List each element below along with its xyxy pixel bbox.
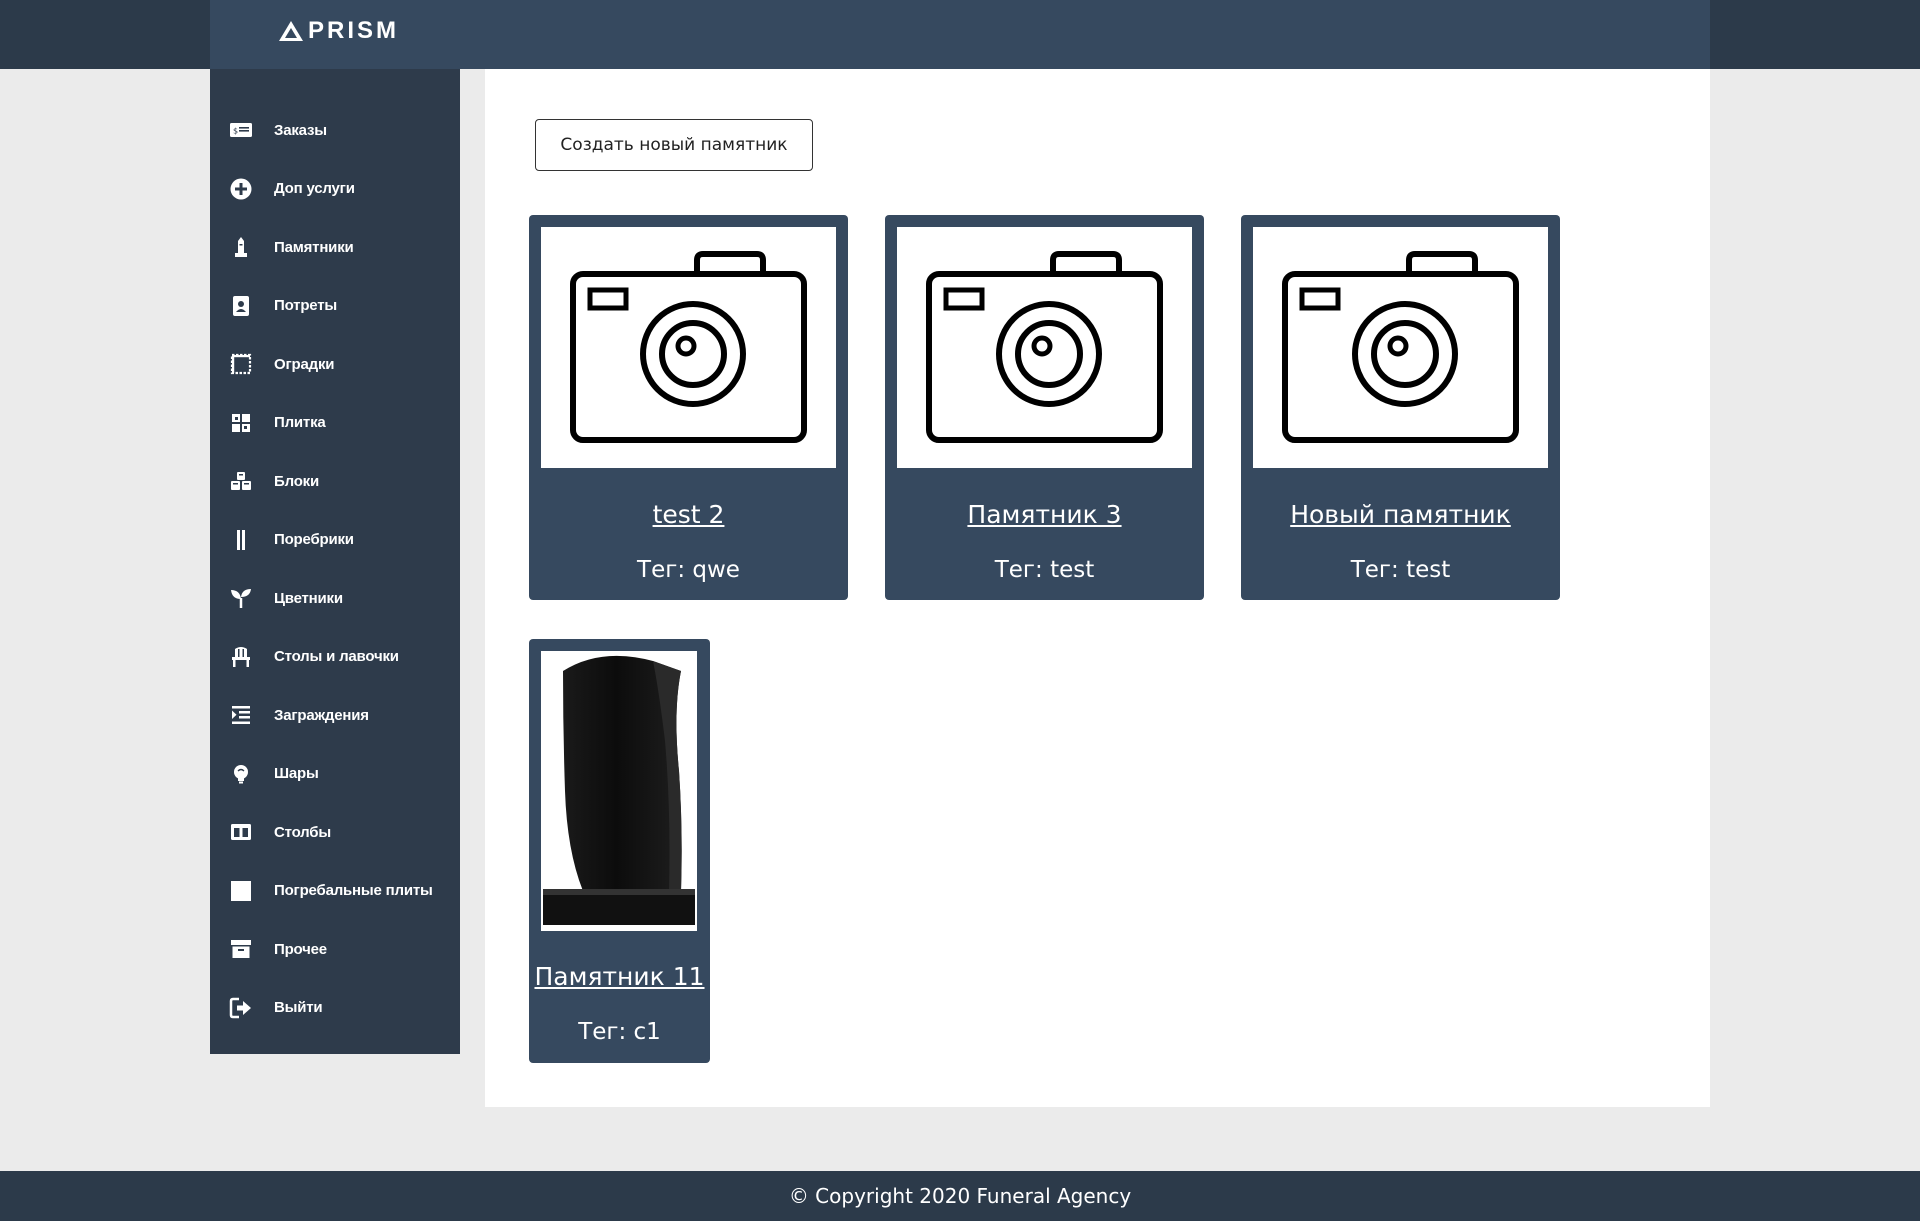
card-title-link[interactable]: Памятник 3 — [885, 500, 1204, 529]
money-bill-icon: $ — [228, 117, 254, 143]
sidebar-item-pillars[interactable]: Столбы — [210, 803, 460, 862]
sidebar-item-portraits[interactable]: Потреты — [210, 277, 460, 336]
logo[interactable]: PRISM — [278, 17, 399, 45]
monument-card: Памятник 3 Тег: test — [885, 215, 1204, 600]
sidebar-item-label: Столы и лавочки — [274, 648, 399, 666]
sidebar: $ Заказы Доп услуги Памятники Потреты Ог… — [210, 69, 460, 1054]
card-tag: Тег: qwe — [637, 557, 740, 583]
triangle-logo-icon — [279, 21, 303, 41]
headstone-image — [543, 655, 695, 925]
list-indent-icon — [228, 702, 254, 728]
sidebar-item-curbs[interactable]: Поребрики — [210, 511, 460, 570]
monument-card: test 2 Тег: qwe — [529, 215, 848, 600]
curb-icon — [228, 527, 254, 553]
camera-placeholder-icon — [925, 250, 1163, 443]
svg-text:$: $ — [233, 127, 238, 136]
sidebar-item-label: Цветники — [274, 589, 343, 607]
tiles-icon — [228, 410, 254, 436]
sidebar-item-label: Блоки — [274, 472, 320, 490]
camera-placeholder-icon — [1281, 250, 1519, 443]
sidebar-item-label: Плитка — [274, 414, 326, 432]
card-title-link[interactable]: test 2 — [529, 500, 848, 529]
sidebar-item-tiles[interactable]: Плитка — [210, 394, 460, 453]
sidebar-item-blocks[interactable]: Блоки — [210, 452, 460, 511]
sidebar-item-monuments[interactable]: Памятники — [210, 218, 460, 277]
portrait-icon — [228, 293, 254, 319]
card-tag: Тег: test — [1350, 557, 1451, 583]
columns-icon — [228, 819, 254, 845]
sidebar-item-label: Поребрики — [274, 531, 354, 549]
sign-out-icon — [228, 995, 254, 1021]
card-image[interactable] — [897, 227, 1192, 468]
card-title-link[interactable]: Новый памятник — [1241, 500, 1560, 529]
seedling-icon — [228, 585, 254, 611]
sidebar-item-label: Прочее — [274, 940, 327, 958]
sidebar-item-label: Шары — [274, 765, 319, 783]
card-title-link[interactable]: Памятник 11 — [529, 962, 710, 991]
create-monument-button[interactable]: Создать новый памятник — [535, 119, 813, 171]
monument-card: Новый памятник Тег: test — [1241, 215, 1560, 600]
sidebar-item-label: Потреты — [274, 297, 337, 315]
card-image[interactable] — [1253, 227, 1548, 468]
plus-circle-icon — [228, 176, 254, 202]
sidebar-item-label: Заказы — [274, 121, 327, 139]
sidebar-nav: $ Заказы Доп услуги Памятники Потреты Ог… — [210, 69, 460, 1037]
sidebar-item-label: Погребальные плиты — [274, 882, 433, 900]
card-tag: Тег: test — [994, 557, 1095, 583]
sidebar-item-label: Оградки — [274, 355, 335, 373]
sidebar-item-burial-slabs[interactable]: Погребальные плиты — [210, 862, 460, 921]
sidebar-item-extra-services[interactable]: Доп услуги — [210, 160, 460, 219]
sidebar-item-barriers[interactable]: Заграждения — [210, 686, 460, 745]
cubes-icon — [228, 468, 254, 494]
camera-placeholder-icon — [569, 250, 807, 443]
chair-icon — [228, 644, 254, 670]
sidebar-item-other[interactable]: Прочее — [210, 920, 460, 979]
monument-icon — [228, 234, 254, 260]
sidebar-item-fences[interactable]: Оградки — [210, 335, 460, 394]
sidebar-item-label: Выйти — [274, 999, 323, 1017]
footer: © Copyright 2020 Funeral Agency — [0, 1171, 1920, 1221]
sidebar-item-label: Столбы — [274, 823, 331, 841]
archive-icon — [228, 936, 254, 962]
sidebar-item-flowerbeds[interactable]: Цветники — [210, 569, 460, 628]
sidebar-item-label: Заграждения — [274, 706, 369, 724]
monument-card: Памятник 11 Тег: с1 — [529, 639, 710, 1063]
card-image[interactable] — [541, 227, 836, 468]
sidebar-item-orders[interactable]: $ Заказы — [210, 101, 460, 160]
top-bar: PRISM — [0, 0, 1920, 69]
sidebar-item-label: Памятники — [274, 238, 354, 256]
main-content: Создать новый памятник test 2 Тег: qwe П… — [485, 69, 1710, 1107]
fence-icon — [228, 351, 254, 377]
sidebar-item-label: Доп услуги — [274, 180, 355, 198]
logo-text: PRISM — [308, 17, 400, 44]
card-image[interactable] — [541, 651, 697, 931]
square-icon — [228, 878, 254, 904]
brand-bar: PRISM — [210, 0, 1710, 69]
card-tag: Тег: с1 — [578, 1019, 661, 1045]
sidebar-item-balls[interactable]: Шары — [210, 745, 460, 804]
sidebar-item-logout[interactable]: Выйти — [210, 979, 460, 1038]
sidebar-item-tables-benches[interactable]: Столы и лавочки — [210, 628, 460, 687]
lightbulb-icon — [228, 761, 254, 787]
